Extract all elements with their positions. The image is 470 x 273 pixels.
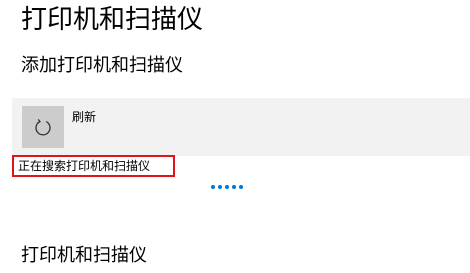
search-status-text: 正在搜索打印机和扫描仪 — [12, 155, 175, 177]
refresh-tile[interactable] — [22, 106, 64, 148]
refresh-button[interactable]: 刷新 — [12, 98, 470, 156]
printers-scanners-heading: 打印机和扫描仪 — [21, 245, 147, 266]
progress-dot — [232, 185, 236, 189]
searching-progress-indicator — [211, 185, 243, 189]
refresh-icon — [33, 117, 53, 137]
progress-dot — [218, 185, 222, 189]
progress-dot — [211, 185, 215, 189]
progress-dot — [239, 185, 243, 189]
page-title: 打印机和扫描仪 — [21, 5, 204, 35]
settings-page: 打印机和扫描仪 添加打印机和扫描仪 刷新 正在搜索打印机和扫描仪 打印机和扫描仪 — [0, 0, 470, 273]
add-printers-heading: 添加打印机和扫描仪 — [21, 55, 183, 76]
refresh-label: 刷新 — [72, 110, 97, 124]
progress-dot — [225, 185, 229, 189]
